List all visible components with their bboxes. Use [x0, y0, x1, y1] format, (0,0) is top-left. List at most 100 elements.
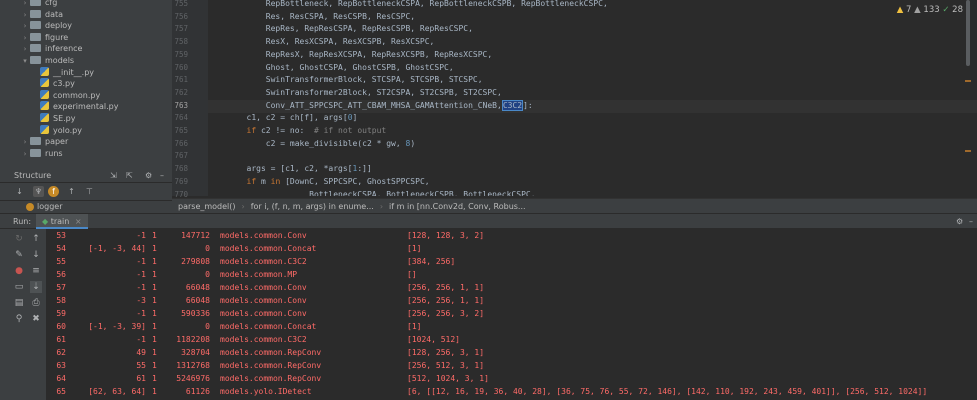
python-file-icon [40, 78, 49, 88]
code-line[interactable]: Conv_ATT_SPPCSPC_ATT_CBAM_MHSA_GAMAttent… [208, 99, 533, 113]
close-icon[interactable]: × [75, 217, 82, 226]
scroll-down-icon[interactable]: ↓ [30, 249, 42, 261]
editor-scrollbar[interactable] [965, 0, 971, 196]
tree-file[interactable]: c3.py [30, 78, 75, 89]
code-line[interactable]: SwinTransformer2Block, ST2CSPA, ST2CSPB,… [208, 87, 502, 100]
scroll-up-icon[interactable]: ↑ [30, 233, 42, 245]
layer-index: 60 [56, 322, 66, 331]
trash-icon[interactable]: ✖ [30, 313, 42, 325]
code-line[interactable]: c2 = make_divisible(c2 * gw, 8) [208, 138, 415, 151]
tree-folder[interactable]: › inference [20, 43, 82, 54]
arguments: [256, 256, 1, 1] [407, 283, 485, 292]
chevron-right-icon[interactable]: › [20, 10, 30, 21]
collapse-all-icon[interactable]: ⇱ [126, 170, 133, 182]
code-editor[interactable]: ▲ 7 ▲ 133 ✓ 28 RepBottleneck, RepBottlen… [208, 0, 977, 196]
show-fields-icon[interactable]: f [48, 186, 59, 197]
print-icon[interactable]: ⎙ [30, 297, 42, 309]
structure-item[interactable]: logger [0, 201, 172, 213]
breadcrumb-item[interactable]: if m in [nn.Conv2d, Conv, Robus... [383, 199, 532, 213]
layout-icon[interactable]: ▭ [13, 281, 25, 293]
scrollbar-thumb[interactable] [966, 0, 970, 66]
module-name: models.yolo.IDetect [220, 387, 312, 396]
layer-index: 62 [56, 348, 66, 357]
output-row: 56 -1 1 0 models.common.MP [] [46, 268, 977, 281]
module-name: models.common.RepConv [220, 374, 322, 383]
show-properties-icon[interactable]: ♆ [33, 186, 44, 197]
code-line[interactable]: Ghost, GhostCSPA, GhostCSPB, GhostCSPC, [208, 62, 454, 75]
chevron-right-icon[interactable]: › [20, 149, 30, 160]
code-line[interactable]: SwinTransformerBlock, STCSPA, STCSPB, ST… [208, 74, 483, 87]
line-number: 767 [174, 151, 188, 161]
expand-all-icon[interactable]: ⇲ [110, 170, 117, 182]
tree-folder[interactable]: › paper [20, 136, 68, 147]
layer-index: 59 [56, 309, 66, 318]
output-row: 55 -1 1 279808 models.common.C3C2 [384, 256] [46, 255, 977, 268]
tree-folder[interactable]: › data [20, 9, 63, 20]
tree-folder[interactable]: ▾ models [20, 55, 74, 66]
module-name: models.common.Conv [220, 309, 307, 318]
tree-file[interactable]: __init__.py [30, 66, 94, 78]
soft-wrap-icon[interactable]: ≡ [30, 265, 42, 277]
gear-icon[interactable]: ⚙ [956, 214, 963, 229]
from-value: -1 [136, 283, 146, 292]
line-number: 762 [174, 87, 188, 97]
code-line[interactable]: if c2 != no: # if not output [208, 125, 387, 138]
wrench-icon[interactable]: ✎ [13, 249, 25, 261]
code-line[interactable]: args = [c1, c2, *args[1:]] [208, 163, 372, 176]
code-line[interactable]: RepRes, RepResCSPA, RepResCSPB, RepResCS… [208, 23, 473, 36]
breadcrumb-item[interactable]: for i, (f, n, m, args) in enume... [245, 199, 380, 213]
layer-index: 56 [56, 270, 66, 279]
tree-folder[interactable]: › deploy [20, 20, 72, 31]
from-value: -1 [136, 270, 146, 279]
tab-train[interactable]: ◆ train × [36, 214, 88, 229]
code-line[interactable]: ResX, ResXCSPA, ResXCSPB, ResXCSPC, [208, 36, 435, 49]
code-line[interactable]: Res, ResCSPA, ResCSPB, ResCSPC, [208, 11, 415, 24]
chevron-right-icon[interactable]: › [20, 33, 30, 44]
tree-folder[interactable]: › figure [20, 32, 68, 43]
code-line[interactable]: c1, c2 = ch[f], args[0] [208, 112, 358, 125]
module-name: models.common.RepConv [220, 361, 322, 370]
code-token: RepRes, RepResCSPA, RepResCSPB, RepResCS… [208, 24, 473, 34]
show-inherited-icon[interactable]: ↑ [66, 186, 77, 197]
restore-layout-icon[interactable]: ▤ [13, 297, 25, 309]
chevron-right-icon[interactable]: › [20, 137, 30, 148]
inspection-widget[interactable]: ▲ 7 ▲ 133 ✓ 28 [897, 5, 963, 15]
params-value: 0 [205, 244, 210, 253]
params-value: 590336 [181, 309, 210, 318]
chevron-down-icon[interactable]: ▾ [20, 56, 30, 67]
code-token: [DownC, SPPCSPC, GhostSPPCSPC, [280, 176, 430, 186]
scroll-to-end-icon[interactable]: ⇣ [30, 281, 42, 293]
tree-file[interactable]: SE.py [30, 113, 76, 124]
chevron-right-icon[interactable]: › [20, 21, 30, 32]
tree-file[interactable]: yolo.py [30, 124, 82, 136]
gear-icon[interactable]: ⚙ [145, 170, 152, 182]
n-value: 1 [152, 296, 157, 305]
folder-icon [30, 44, 41, 53]
module-name: models.common.Conv [220, 231, 307, 240]
tree-file[interactable]: experimental.py [30, 101, 118, 112]
autoscroll-icon[interactable]: ⊤ [84, 186, 95, 197]
line-number: 755 [174, 0, 188, 8]
minimize-icon[interactable]: – [160, 170, 164, 182]
run-output[interactable]: 53 -1 1 147712 models.common.Conv [128, 128, … [46, 229, 977, 400]
tree-folder[interactable]: › runs [20, 148, 63, 159]
pin-icon[interactable]: ⚲ [13, 313, 25, 325]
module-name: models.common.C3C2 [220, 257, 307, 266]
chevron-right-icon[interactable]: › [20, 44, 30, 55]
sort-alpha-icon[interactable]: ↓ [14, 186, 25, 197]
n-value: 1 [152, 231, 157, 240]
rerun-icon[interactable]: ↻ [13, 233, 25, 245]
code-line[interactable]: RepBottleneck, RepBottleneckCSPA, RepBot… [208, 0, 608, 11]
typo-check-icon: ✓ [942, 5, 950, 15]
code-token: Ghost, GhostCSPA, GhostCSPB, GhostCSPC, [208, 62, 454, 72]
stop-icon[interactable]: ● [13, 265, 25, 277]
breadcrumb-item[interactable]: parse_model() [172, 199, 242, 213]
tree-folder[interactable]: › cfg [20, 0, 57, 8]
line-number: 760 [174, 62, 188, 72]
code-line[interactable]: BottleneckCSPA, BottleneckCSPB, Bottlene… [208, 189, 535, 197]
params-value: 0 [205, 270, 210, 279]
code-line[interactable]: if m in [DownC, SPPCSPC, GhostSPPCSPC, [208, 176, 430, 189]
code-line[interactable]: RepResX, RepResXCSPA, RepResXCSPB, RepRe… [208, 49, 492, 62]
minimize-icon[interactable]: – [969, 214, 973, 229]
tree-file[interactable]: common.py [30, 89, 100, 101]
